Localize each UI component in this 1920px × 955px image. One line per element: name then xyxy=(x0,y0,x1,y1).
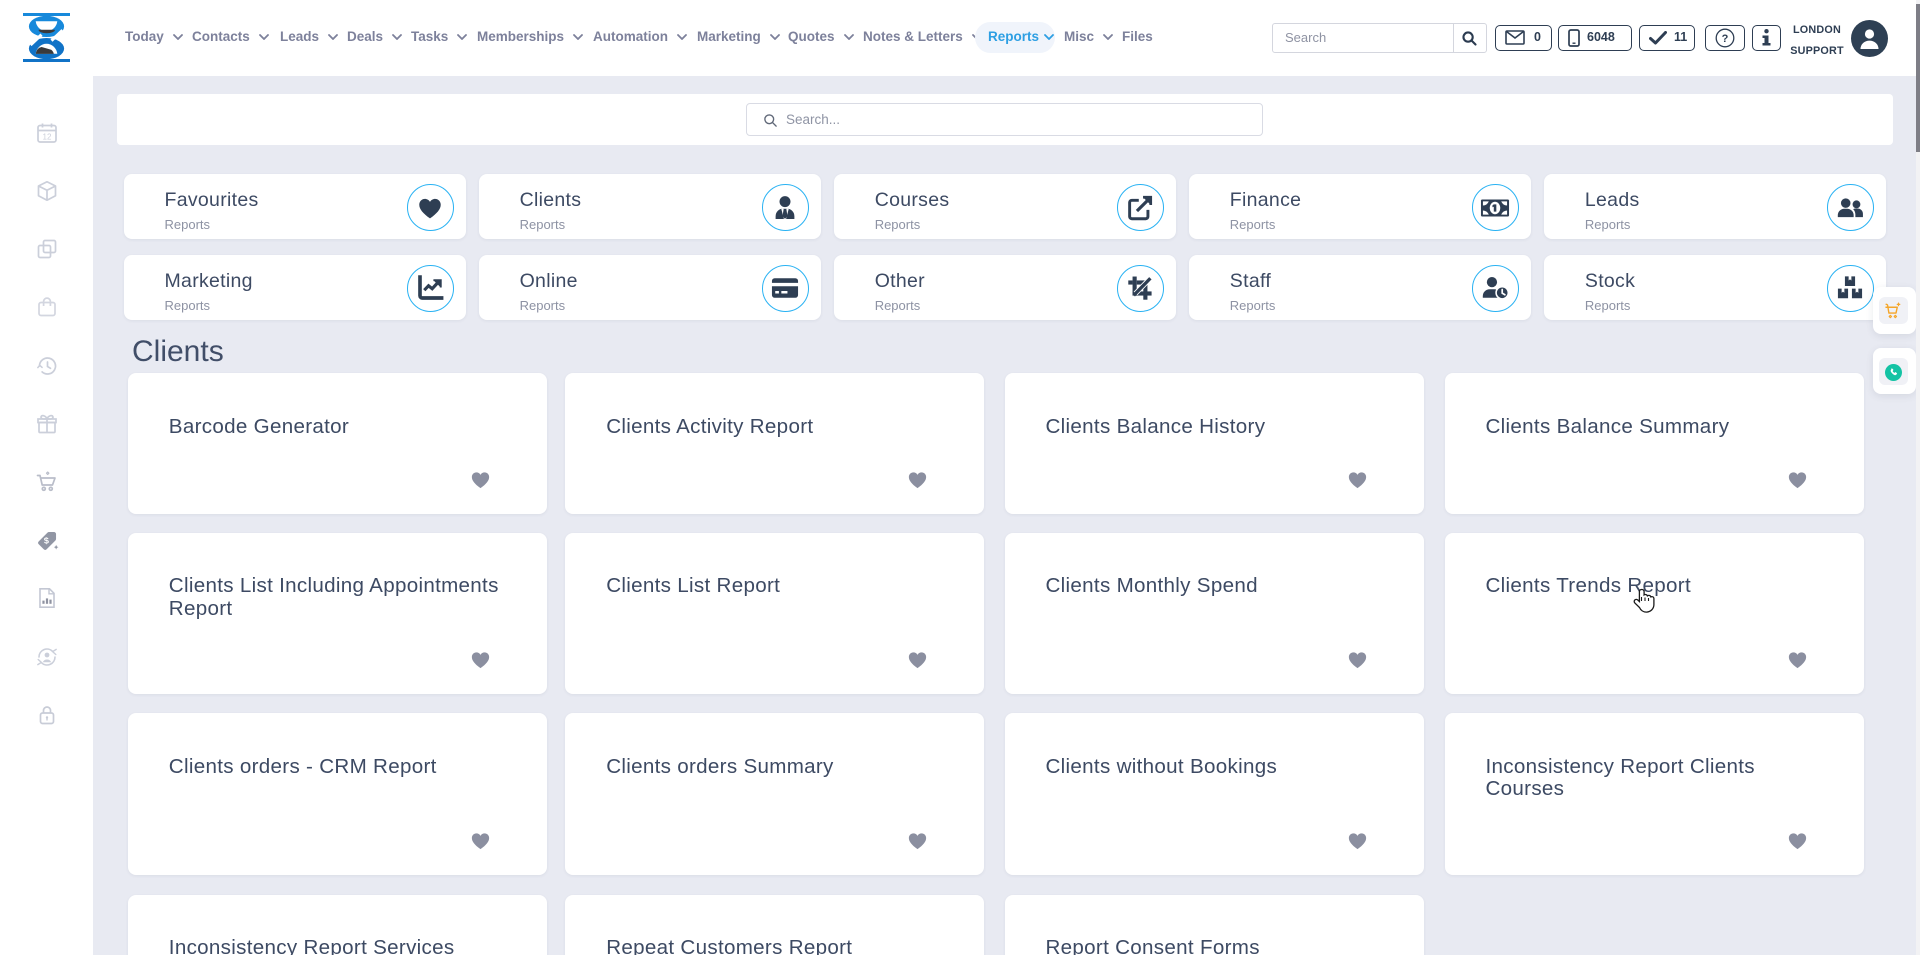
svg-text:$: $ xyxy=(44,535,50,545)
svg-text:12: 12 xyxy=(43,133,52,142)
svg-text:?: ? xyxy=(1721,33,1728,45)
